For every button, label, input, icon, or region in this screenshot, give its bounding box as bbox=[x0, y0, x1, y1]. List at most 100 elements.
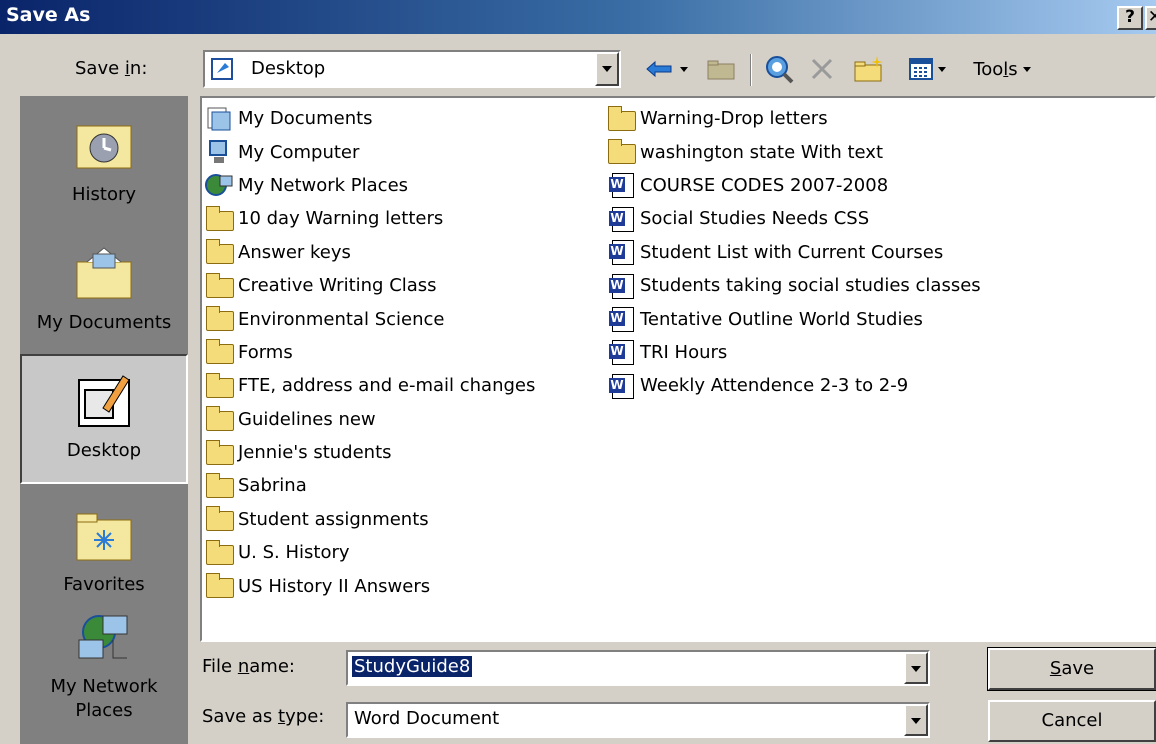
places-history-label: History bbox=[71, 184, 137, 205]
folder-icon bbox=[204, 372, 236, 399]
save-in-dropdown[interactable]: Desktop bbox=[203, 50, 621, 88]
chevron-down-icon[interactable] bbox=[904, 704, 928, 736]
close-button[interactable]: ✕ bbox=[1145, 6, 1156, 30]
search-web-button[interactable] bbox=[758, 52, 800, 86]
list-item-label: My Documents bbox=[238, 108, 373, 130]
list-item[interactable]: FTE, address and e-mail changes bbox=[204, 369, 535, 402]
back-button[interactable] bbox=[636, 52, 696, 86]
list-item[interactable]: TRI Hours bbox=[606, 336, 981, 369]
list-item[interactable]: US History II Answers bbox=[204, 569, 535, 602]
list-item[interactable]: Answer keys bbox=[204, 236, 535, 269]
list-item[interactable]: Tentative Outline World Studies bbox=[606, 302, 981, 335]
caret-down-icon bbox=[937, 66, 946, 72]
up-folder-icon bbox=[707, 60, 735, 80]
delete-button[interactable] bbox=[802, 52, 842, 86]
desktop-icon bbox=[78, 375, 130, 427]
favorites-icon bbox=[76, 513, 132, 561]
list-item-label: Student assignments bbox=[238, 508, 429, 530]
views-button[interactable] bbox=[896, 52, 958, 86]
back-arrow-icon bbox=[645, 60, 671, 78]
save-as-type-label: Save as type: bbox=[202, 706, 325, 727]
folder-icon bbox=[204, 239, 236, 265]
word-doc-icon bbox=[606, 273, 638, 299]
places-network-label-line2: Places bbox=[75, 700, 133, 721]
save-button[interactable]: Save bbox=[987, 647, 1156, 691]
places-my-network-places[interactable]: My Network Places bbox=[20, 606, 188, 736]
list-item-label: My Network Places bbox=[238, 174, 409, 196]
list-item-label: Tentative Outline World Studies bbox=[640, 308, 923, 330]
save-as-type-dropdown[interactable]: Word Document bbox=[346, 702, 930, 738]
cancel-button[interactable]: Cancel bbox=[988, 700, 1156, 742]
list-item-label: Students taking social studies classes bbox=[640, 275, 981, 297]
word-doc-icon bbox=[606, 206, 638, 232]
list-item-label: My Computer bbox=[238, 141, 360, 163]
chevron-down-icon[interactable] bbox=[904, 652, 928, 684]
folder-icon bbox=[606, 105, 638, 132]
list-item[interactable]: Students taking social studies classes bbox=[606, 269, 981, 302]
folder-icon bbox=[204, 205, 236, 232]
folder-icon bbox=[204, 506, 236, 532]
list-item[interactable]: Student List with Current Courses bbox=[606, 236, 981, 269]
chevron-down-icon[interactable] bbox=[595, 52, 619, 86]
folder-icon bbox=[204, 272, 236, 299]
list-item[interactable]: Forms bbox=[204, 336, 535, 369]
history-icon bbox=[76, 125, 132, 169]
list-item-label: Forms bbox=[238, 341, 293, 363]
network-icon bbox=[204, 172, 236, 198]
file-list[interactable]: My Documents My Computer My Network Places… bbox=[200, 96, 1156, 642]
list-item[interactable]: Student assignments bbox=[204, 503, 535, 536]
help-button[interactable]: ? bbox=[1117, 6, 1143, 30]
list-item[interactable]: Jennie's students bbox=[204, 436, 535, 469]
folder-icon bbox=[204, 539, 236, 566]
word-doc-icon bbox=[606, 339, 638, 366]
file-name-input[interactable]: StudyGuide8 bbox=[346, 650, 930, 686]
network-places-icon bbox=[78, 615, 128, 659]
list-item-label: Student List with Current Courses bbox=[640, 241, 944, 263]
list-item[interactable]: Creative Writing Class bbox=[204, 269, 535, 302]
list-item[interactable]: Weekly Attendence 2-3 to 2-9 bbox=[606, 369, 981, 402]
list-item[interactable]: 10 day Warning letters bbox=[204, 202, 535, 235]
folder-icon bbox=[204, 339, 236, 365]
places-history[interactable]: History bbox=[20, 96, 188, 226]
file-name-value: StudyGuide8 bbox=[352, 656, 473, 677]
places-my-documents[interactable]: My Documents bbox=[20, 224, 188, 354]
list-item[interactable]: washington state With text bbox=[606, 135, 981, 168]
list-item[interactable]: My Network Places bbox=[204, 169, 535, 202]
folder-icon bbox=[606, 139, 638, 165]
file-list-column-2: Warning-Drop letters washington state Wit… bbox=[606, 102, 981, 403]
places-favorites[interactable]: Favorites bbox=[20, 486, 188, 616]
folder-icon bbox=[204, 306, 236, 332]
file-list-column-1: My Documents My Computer My Network Places… bbox=[204, 102, 535, 603]
list-item[interactable]: COURSE CODES 2007-2008 bbox=[606, 169, 981, 202]
views-grid-icon bbox=[908, 58, 933, 80]
list-item[interactable]: Guidelines new bbox=[204, 403, 535, 436]
list-item-label: Jennie's students bbox=[238, 442, 392, 464]
tools-label: Tools bbox=[973, 58, 1018, 80]
list-item[interactable]: Environmental Science bbox=[204, 302, 535, 335]
list-item-label: Weekly Attendence 2-3 to 2-9 bbox=[640, 375, 909, 397]
save-in-location: Desktop bbox=[251, 58, 326, 79]
places-network-label-line1: My Network bbox=[50, 676, 158, 697]
list-item-label: COURSE CODES 2007-2008 bbox=[640, 174, 889, 196]
list-item[interactable]: Social Studies Needs CSS bbox=[606, 202, 981, 235]
computer-icon bbox=[204, 139, 236, 165]
search-globe-icon bbox=[766, 56, 794, 84]
up-one-level-button[interactable] bbox=[700, 52, 742, 86]
list-item[interactable]: Sabrina bbox=[204, 469, 535, 502]
caret-down-icon bbox=[1022, 66, 1031, 72]
places-desktop[interactable]: Desktop bbox=[20, 354, 188, 484]
list-item-label: TRI Hours bbox=[640, 341, 728, 363]
list-item-label: Social Studies Needs CSS bbox=[640, 208, 870, 230]
list-item-label: Environmental Science bbox=[238, 308, 445, 330]
tools-menu-button[interactable]: Tools bbox=[962, 52, 1042, 86]
list-item[interactable]: Warning-Drop letters bbox=[606, 102, 981, 135]
list-item[interactable]: U. S. History bbox=[204, 536, 535, 569]
word-doc-icon bbox=[606, 373, 638, 399]
folder-icon bbox=[204, 573, 236, 599]
list-item[interactable]: My Computer bbox=[204, 135, 535, 168]
desktop-icon bbox=[211, 58, 233, 80]
list-item[interactable]: My Documents bbox=[204, 102, 535, 135]
new-folder-button[interactable] bbox=[848, 52, 890, 86]
title-bar: Save As ? ✕ bbox=[0, 0, 1156, 34]
list-item-label: washington state With text bbox=[640, 141, 884, 163]
